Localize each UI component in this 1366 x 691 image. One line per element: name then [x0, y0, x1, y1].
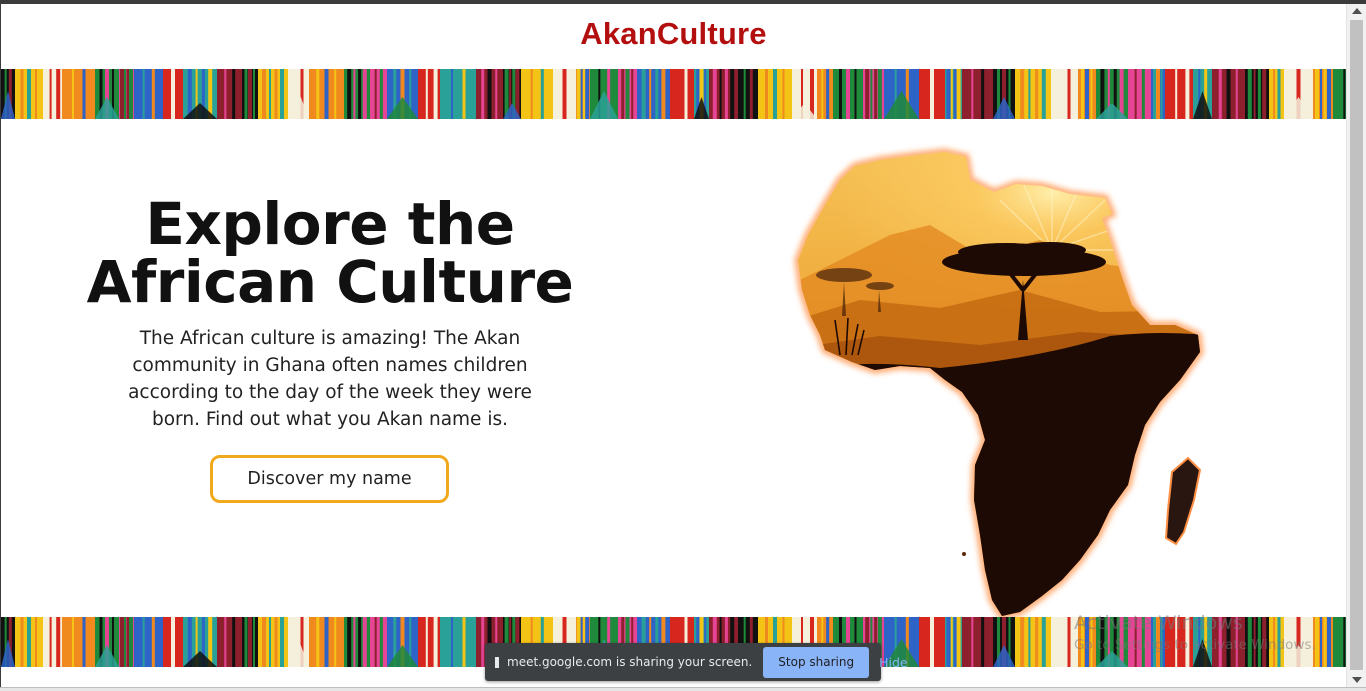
hero-title-line-2: African Culture [86, 248, 574, 316]
screen-share-bar: meet.google.com is sharing your screen. … [485, 643, 908, 681]
brand-logo-text[interactable]: AkanCulture [1, 16, 1346, 52]
page-scrollbar[interactable] [1346, 4, 1366, 687]
window-bottom-border [0, 687, 1366, 691]
africa-map-image [780, 140, 1220, 620]
hero-description: The African culture is amazing! The Akan… [128, 328, 532, 430]
hero-title: Explore the African Culture [80, 195, 580, 311]
kente-pattern [1, 69, 1346, 119]
watermark-title: Activate Windows [1074, 612, 1243, 634]
africa-map-graphic [780, 140, 1220, 620]
site-header: AkanCulture [1, 4, 1346, 69]
activate-windows-watermark: Activate Windows Go to Settings to activ… [1074, 611, 1344, 655]
scroll-up-arrow-icon[interactable] [1352, 8, 1362, 14]
hide-share-bar-button[interactable]: Hide [879, 655, 908, 670]
hero-section: Explore the African Culture The African … [80, 195, 580, 433]
scroll-down-arrow-icon[interactable] [1352, 677, 1362, 683]
discover-name-button[interactable]: Discover my name [210, 455, 449, 503]
pause-icon [495, 656, 499, 668]
stop-sharing-button[interactable]: Stop sharing [763, 646, 870, 678]
hero-title-line-1: Explore the [145, 190, 515, 258]
share-message: meet.google.com is sharing your screen. [507, 655, 753, 669]
watermark-subtitle: Go to Settings to activate Windows. [1074, 637, 1316, 653]
kente-banner-top [1, 69, 1346, 119]
scroll-thumb[interactable] [1350, 20, 1363, 670]
